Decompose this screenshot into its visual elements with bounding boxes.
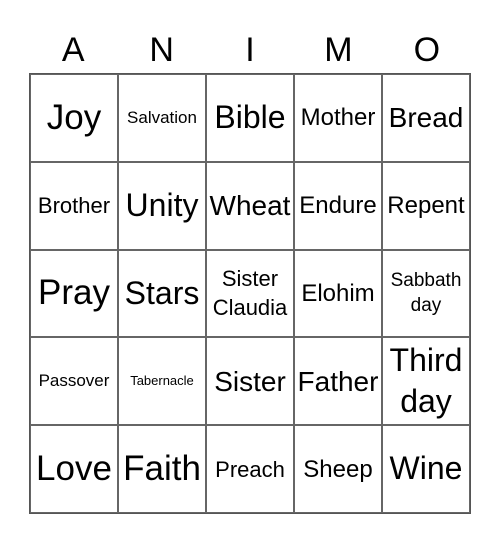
- bingo-cell[interactable]: Bible: [206, 74, 294, 162]
- bingo-cell[interactable]: Brother: [30, 161, 118, 250]
- bingo-cell[interactable]: Bread: [382, 74, 470, 162]
- header-letter: M: [324, 31, 353, 69]
- header-letter: I: [245, 31, 255, 69]
- bingo-cell[interactable]: Tabernacle: [118, 337, 206, 426]
- bingo-cell[interactable]: Repent: [382, 161, 470, 250]
- bingo-cell[interactable]: Salvation: [118, 74, 206, 162]
- header-letter: N: [149, 31, 174, 69]
- bingo-cell[interactable]: Sabbath day: [382, 249, 470, 338]
- bingo-cell[interactable]: Wheat: [206, 161, 294, 250]
- header-letter: A: [61, 31, 85, 69]
- bingo-cell[interactable]: Endure: [294, 161, 382, 250]
- bingo-cell[interactable]: Unity: [118, 161, 206, 250]
- bingo-cell[interactable]: Father: [294, 337, 382, 426]
- bingo-cell[interactable]: Wine: [382, 425, 470, 513]
- bingo-cell[interactable]: Preach: [206, 425, 294, 513]
- bingo-cell[interactable]: Mother: [294, 74, 382, 162]
- bingo-cell[interactable]: Sister: [206, 337, 294, 426]
- bingo-cell[interactable]: Pray: [30, 249, 118, 338]
- bingo-cell[interactable]: Elohim: [294, 249, 382, 338]
- bingo-cell[interactable]: Third day: [382, 337, 470, 426]
- bingo-cell[interactable]: Joy: [30, 74, 118, 162]
- bingo-cell[interactable]: Faith: [118, 425, 206, 513]
- bingo-cell[interactable]: Passover: [30, 337, 118, 426]
- bingo-cell[interactable]: Stars: [118, 249, 206, 338]
- bingo-cell[interactable]: Sister Claudia: [206, 249, 294, 338]
- bingo-cell[interactable]: Sheep: [294, 425, 382, 513]
- header-letter: O: [413, 31, 441, 69]
- bingo-header: A N I M O: [29, 30, 471, 70]
- bingo-grid: Joy Salvation Bible Mother Bread Brother…: [29, 73, 471, 514]
- bingo-cell[interactable]: Love: [30, 425, 118, 513]
